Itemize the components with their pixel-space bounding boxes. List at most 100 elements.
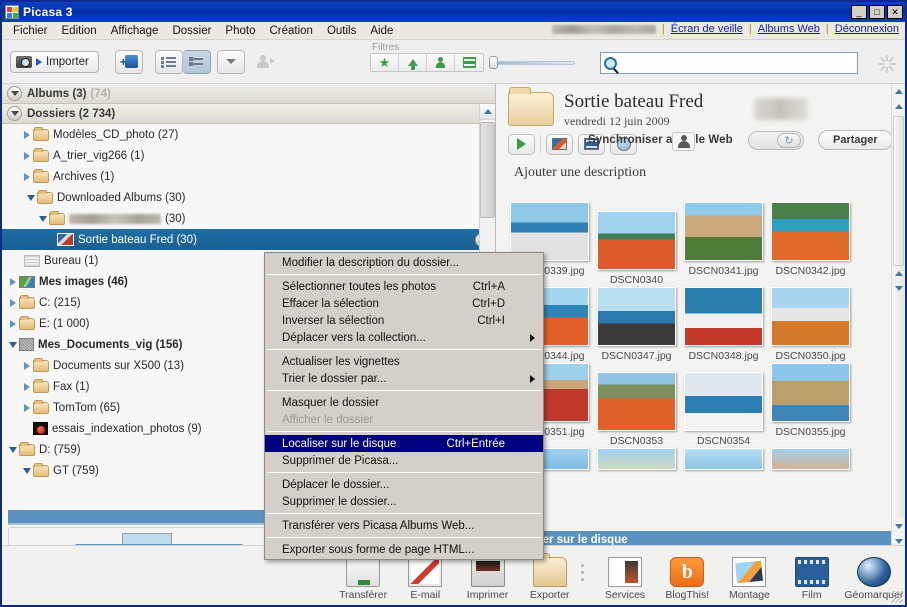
scroll-up-button[interactable] [892,99,905,114]
tree-item-a-trier-vig266[interactable]: A_trier_vig266 (1) [2,145,495,166]
scroll-next-group-button[interactable] [894,281,903,296]
context-menu-item[interactable]: Déplacer vers la collection... [265,329,543,346]
scroll-nav-buttons[interactable] [894,266,903,310]
context-menu-item[interactable]: Actualiser les vignettes [265,353,543,370]
folder-context-menu[interactable]: Modifier la description du dossier... Sél… [264,252,544,560]
collapse-arrow-icon[interactable] [6,341,19,348]
tree-item-modeles-cd-photo[interactable]: Modèles_CD_photo (27) [2,124,495,145]
filter-star-button[interactable]: ★ [371,54,399,71]
scroll-prev-group-button[interactable] [894,266,903,281]
photo-cell[interactable]: DSCN0342.jpg [767,202,854,286]
sidebar-scroll-thumb[interactable] [480,122,495,218]
bottom-button-film[interactable]: Film [781,557,843,601]
expand-arrow-icon[interactable] [6,298,19,307]
collapse-arrow-icon[interactable] [20,467,33,474]
photo-thumbnail[interactable] [771,448,850,470]
close-button[interactable]: ✕ [887,5,903,19]
photo-thumbnail[interactable] [597,211,676,270]
sidebar-scroll-up-button[interactable] [480,104,495,120]
menu-photo[interactable]: Photo [218,24,262,38]
expand-arrow-icon[interactable] [6,277,19,286]
link-deconnexion[interactable]: Déconnexion [835,23,899,35]
photo-cell[interactable]: DSCN0355.jpg [767,363,854,447]
people-overlay-button[interactable] [672,131,695,151]
context-menu-item[interactable]: Supprimer de Picasa... [265,452,543,469]
date-slider-knob[interactable] [489,56,498,69]
bottom-button-transferer[interactable]: Transférer [332,557,394,601]
scroll-thumb[interactable] [893,116,904,266]
context-menu-item[interactable]: Masquer le dossier [265,394,543,411]
context-menu-item[interactable]: Trier le dossier par... [265,370,543,387]
sync-toggle[interactable]: ↻ [748,130,804,150]
maximize-button[interactable]: □ [869,5,885,19]
photo-thumbnail[interactable] [684,372,763,431]
share-button[interactable]: Partager [818,129,893,150]
photo-thumbnail[interactable] [597,372,676,431]
context-menu-item[interactable]: Déplacer le dossier... [265,476,543,493]
photo-cell[interactable]: DSCN0353 [593,363,680,447]
import-button[interactable]: Importer [10,50,99,73]
minimize-button[interactable]: _ [851,5,867,19]
scroll-track[interactable] [893,116,904,517]
expand-arrow-icon[interactable] [20,403,33,412]
photo-thumbnail[interactable] [771,202,850,261]
menu-dossier[interactable]: Dossier [165,24,218,38]
expand-arrow-icon[interactable] [20,151,33,160]
bottom-button-montage[interactable]: Montage [718,557,780,601]
photo-cell[interactable]: DSCN0340 [593,202,680,286]
photo-thumbnail[interactable] [684,202,763,261]
search-input[interactable] [620,54,845,72]
bottom-button-services[interactable]: Services [594,557,656,601]
filter-people-button[interactable] [427,54,455,71]
date-range-slider[interactable] [489,56,575,69]
scroll-to-top-button[interactable] [892,84,905,99]
photo-thumbnail[interactable] [684,448,763,470]
bottom-button-imprimer[interactable]: Imprimer [456,557,518,601]
albums-header[interactable]: Albums (3) (74) [2,84,495,104]
context-menu-item[interactable]: Exporter sous forme de page HTML... [265,541,543,558]
expand-arrow-icon[interactable] [20,130,33,139]
filter-video-button[interactable] [455,54,483,71]
context-menu-item[interactable]: Transférer vers Picasa Albums Web... [265,517,543,534]
folders-header[interactable]: Dossiers (2 734) [2,104,495,124]
context-menu-item[interactable]: Modifier la description du dossier... [265,254,543,271]
search-box[interactable] [600,52,858,74]
collapse-arrow-icon[interactable] [36,215,49,222]
link-albums-web[interactable]: Albums Web [758,23,820,35]
filter-upload-button[interactable] [399,54,427,71]
tree-item-archives[interactable]: Archives (1) [2,166,495,187]
photo-thumbnail[interactable] [684,287,763,346]
menu-edition[interactable]: Edition [55,24,104,38]
photo-cell[interactable] [680,448,767,470]
tree-item-downloaded-albums[interactable]: Downloaded Albums (30) [2,187,495,208]
context-menu-item[interactable]: Effacer la sélection Ctrl+D [265,295,543,312]
context-menu-item[interactable]: Inverser la sélection Ctrl+I [265,312,543,329]
photo-thumbnail[interactable] [597,448,676,470]
tree-item-sortie-bateau-fred[interactable]: Sortie bateau Fred (30) [2,229,495,250]
add-folder-button[interactable]: + [114,49,143,74]
photo-thumbnail[interactable] [771,363,850,422]
expand-arrow-icon[interactable] [6,319,19,328]
albums-twisty-icon[interactable] [7,86,22,101]
photo-cell[interactable]: DSCN0341.jpg [680,202,767,286]
thumbnail-view-button[interactable] [182,49,211,74]
photo-cell[interactable]: DSCN0347.jpg [593,287,680,362]
scroll-down-button[interactable] [892,519,905,534]
people-button[interactable] [251,50,279,74]
expand-arrow-icon[interactable] [20,172,33,181]
collapse-arrow-icon[interactable] [6,446,19,453]
context-menu-item[interactable]: Sélectionner toutes les photos Ctrl+A [265,278,543,295]
photo-thumbnail[interactable] [771,287,850,346]
view-options-dropdown[interactable] [216,49,245,74]
add-description-field[interactable]: Ajouter une description [496,155,905,187]
add-photo-button[interactable] [546,133,573,155]
photo-cell[interactable]: DSCN0350.jpg [767,287,854,362]
folders-twisty-icon[interactable] [7,106,22,121]
bottom-button-blogthis[interactable]: b BlogThis! [656,557,718,601]
context-menu-item[interactable]: Supprimer le dossier... [265,493,543,510]
photo-cell[interactable] [593,448,680,470]
menu-affichage[interactable]: Affichage [104,24,166,38]
resize-grip-icon[interactable] [891,591,903,603]
context-menu-item[interactable]: Localiser sur le disque Ctrl+Entrée [265,435,543,452]
menu-outils[interactable]: Outils [320,24,363,38]
